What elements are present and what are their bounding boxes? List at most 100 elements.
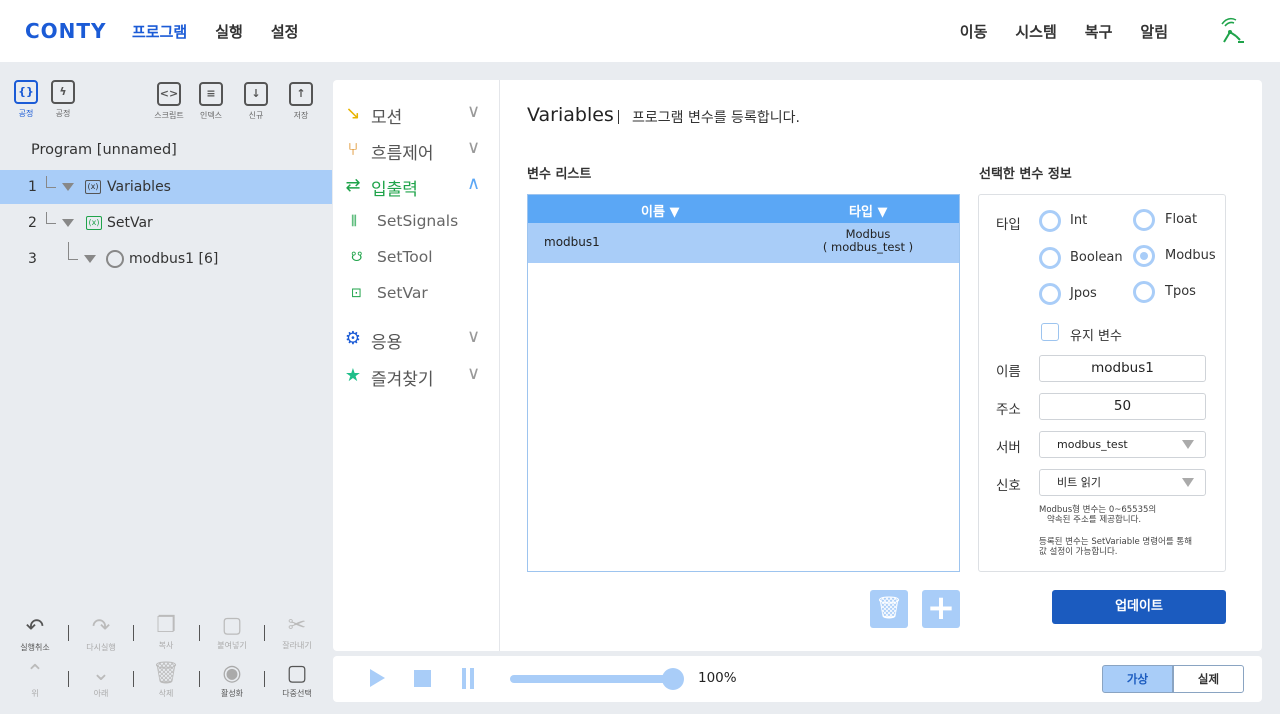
flow-branch-icon: ⑂: [347, 139, 359, 160]
expand-triangle-icon[interactable]: [62, 219, 74, 227]
paste-icon: ▢: [221, 613, 243, 638]
variable-box-icon: (x): [85, 180, 101, 194]
trash-icon: 🗑: [875, 596, 903, 621]
category-app[interactable]: ⚙ 응용 ∨: [343, 325, 493, 355]
cut-button[interactable]: ✂ 잘라내기: [272, 614, 322, 651]
upload-icon: ↑: [289, 82, 313, 106]
nav-run[interactable]: 실행: [215, 21, 243, 42]
cmd-settool[interactable]: ☋ SetTool: [351, 246, 491, 272]
variable-info-title: 선택한 변수 정보: [979, 167, 1072, 182]
speed-percentage: 100%: [698, 670, 737, 686]
category-flow[interactable]: ⑂ 흐름제어 ∨: [343, 136, 493, 166]
category-io[interactable]: ⇄ 입출력 ∧: [343, 172, 493, 202]
chevron-up-icon: ⌃: [25, 661, 45, 686]
chevron-down-icon: ∨: [467, 101, 481, 122]
motion-arrow-icon: ↘: [345, 103, 361, 124]
server-label: 서버: [996, 440, 1021, 456]
page-description: 프로그램 변수를 등록합니다.: [632, 110, 800, 126]
toolbar-code[interactable]: {} 공정: [12, 80, 40, 119]
radio-jpos[interactable]: [1039, 283, 1061, 305]
variable-list: 이름 ▼ 타입 ▼ modbus1 Modbus ( modbus_test ): [527, 194, 960, 572]
copy-button[interactable]: ❐ 복사: [141, 614, 191, 651]
toolbar-save[interactable]: ↑ 저장: [287, 82, 315, 121]
tree-row-modbus1[interactable]: 3 modbus1 [6]: [0, 242, 332, 276]
nav-recovery[interactable]: 복구: [1085, 21, 1113, 42]
run-control-bar: 100% 가상 실제: [333, 656, 1262, 702]
cmd-setsignals[interactable]: ⫼ SetSignals: [351, 210, 491, 236]
delete-button[interactable]: 🗑 삭제: [141, 662, 191, 699]
toolbar-new[interactable]: ↓ 신규: [242, 82, 270, 121]
radio-float[interactable]: [1133, 209, 1155, 231]
radio-int[interactable]: [1039, 210, 1061, 232]
star-icon: ★: [344, 365, 362, 386]
column-type-sort[interactable]: 타입 ▼: [849, 201, 887, 220]
tree-row-variables[interactable]: 1 (x) Variables: [0, 170, 332, 204]
keep-variable-checkbox[interactable]: [1041, 323, 1059, 341]
radio-tpos[interactable]: [1133, 281, 1155, 303]
server-select[interactable]: modbus_test: [1039, 431, 1206, 458]
cmd-setvar[interactable]: ⊡ SetVar: [351, 282, 491, 308]
update-button[interactable]: 업데이트: [1052, 590, 1226, 624]
toolbar-index[interactable]: ≡ 인덱스: [195, 82, 227, 121]
robot-connection-icon[interactable]: [1218, 14, 1250, 46]
real-mode-button[interactable]: 실제: [1173, 665, 1244, 693]
main-panel: ↘ 모션 ∨ ⑂ 흐름제어 ∨ ⇄ 입출력 ∧ ⫼ SetSignals ☋ S…: [333, 80, 1262, 651]
plus-icon: +: [926, 588, 956, 628]
top-header: CONTY 프로그램 실행 설정 이동 시스템 복구 알림: [0, 0, 1280, 62]
multi-select-button[interactable]: ▢ 다중선택: [272, 662, 322, 699]
chevron-up-icon: ∧: [467, 173, 481, 194]
circle-icon: [106, 250, 124, 268]
checkbox-icon: ▢: [286, 661, 308, 686]
expand-triangle-icon[interactable]: [84, 255, 96, 263]
left-sidebar: {} 공정 ϟ 공정 <> 스크립트 ≡ 인덱스 ↓ 신규 ↑ 저장 Progr…: [0, 62, 332, 714]
activate-button[interactable]: ◉ 활성화: [207, 662, 257, 699]
virtual-mode-button[interactable]: 가상: [1102, 665, 1173, 693]
name-field[interactable]: modbus1: [1039, 355, 1206, 382]
trash-icon: 🗑: [152, 661, 180, 686]
redo-button[interactable]: ↷ 다시실행: [76, 616, 126, 653]
undo-icon: ↶: [25, 615, 45, 640]
download-icon: ↓: [244, 82, 268, 106]
column-name-sort[interactable]: 이름 ▼: [641, 201, 679, 220]
secondary-nav: 이동 시스템 복구 알림: [960, 21, 1168, 42]
nav-settings[interactable]: 설정: [271, 21, 299, 42]
nav-program[interactable]: 프로그램: [132, 21, 187, 42]
tree-row-setvar[interactable]: 2 (x) SetVar: [0, 206, 332, 240]
speed-slider-handle[interactable]: [662, 668, 684, 690]
toolbar-script[interactable]: <> 스크립트: [150, 82, 188, 121]
undo-button[interactable]: ↶ 실행취소: [10, 616, 60, 653]
pause-icon[interactable]: [462, 668, 466, 689]
delete-variable-button[interactable]: 🗑: [870, 590, 908, 628]
play-icon[interactable]: [370, 669, 385, 687]
radio-boolean[interactable]: [1039, 247, 1061, 269]
stop-icon[interactable]: [414, 670, 431, 687]
address-field[interactable]: 50: [1039, 393, 1206, 420]
table-row[interactable]: modbus1 Modbus ( modbus_test ): [528, 223, 959, 263]
nav-alarm[interactable]: 알림: [1140, 21, 1168, 42]
type-label: 타입: [996, 217, 1021, 233]
move-up-button[interactable]: ⌃ 위: [10, 662, 60, 699]
category-motion[interactable]: ↘ 모션 ∨: [343, 100, 493, 130]
chevron-down-icon: ⌄: [91, 661, 111, 686]
variables-content: Variables 프로그램 변수를 등록합니다. 변수 리스트 선택한 변수 …: [500, 80, 1262, 651]
nav-system[interactable]: 시스템: [1015, 21, 1056, 42]
modbus-note: Modbus형 변수는 0~65535의 약속된 주소를 제공합니다.: [1039, 505, 1157, 525]
index-icon: ≡: [199, 82, 223, 106]
expand-triangle-icon[interactable]: [62, 183, 74, 191]
signal-select[interactable]: 비트 읽기: [1039, 469, 1206, 496]
add-variable-button[interactable]: +: [922, 590, 960, 628]
category-favorites[interactable]: ★ 즐겨찾기 ∨: [343, 362, 493, 392]
chevron-down-icon: ∨: [467, 363, 481, 384]
variable-info-panel: 타입 Int Float Boolean Modbus Jpos Tpos 유지…: [978, 194, 1226, 572]
speed-slider[interactable]: [510, 675, 680, 683]
main-nav: 프로그램 실행 설정: [132, 21, 298, 42]
toolbar-event[interactable]: ϟ 공정: [49, 80, 77, 119]
radio-modbus[interactable]: [1133, 245, 1155, 267]
nav-move[interactable]: 이동: [960, 21, 988, 42]
dropdown-arrow-icon: [1182, 440, 1194, 449]
title-separator: [618, 110, 619, 124]
move-down-button[interactable]: ⌄ 아래: [76, 662, 126, 699]
paste-button[interactable]: ▢ 붙여넣기: [207, 614, 257, 651]
code-braces-icon: {}: [14, 80, 38, 104]
tool-icon: ☋: [351, 250, 363, 265]
